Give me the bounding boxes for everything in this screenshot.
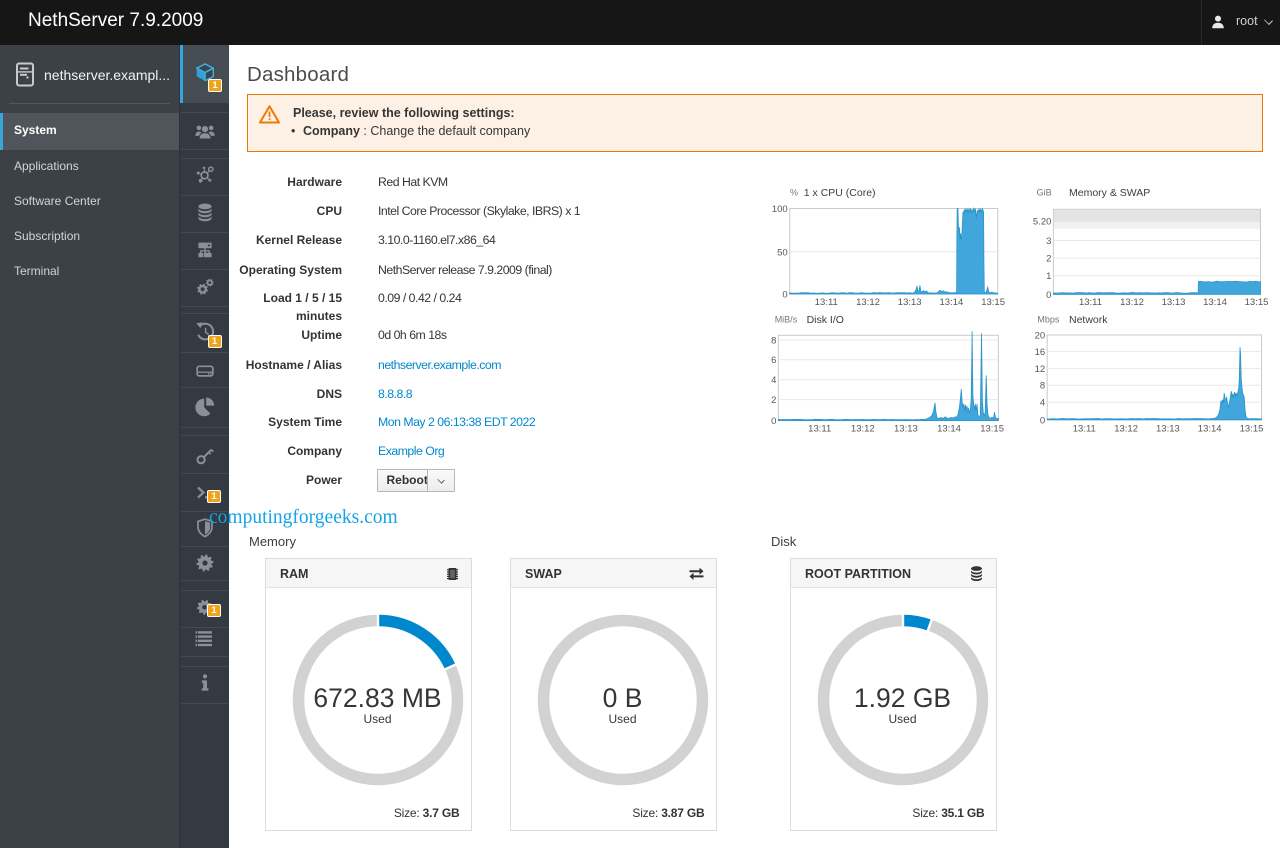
svg-text:0: 0	[1046, 290, 1051, 301]
svg-text:Mbps: Mbps	[1037, 315, 1060, 325]
svg-text:13:14: 13:14	[1203, 297, 1227, 308]
svg-text:2: 2	[1046, 254, 1051, 265]
svg-text:0: 0	[782, 290, 787, 301]
svg-text:%: %	[790, 188, 798, 198]
svg-text:13:13: 13:13	[1162, 297, 1186, 308]
svg-text:13:11: 13:11	[808, 424, 831, 435]
svg-text:100: 100	[772, 204, 788, 215]
svg-text:50: 50	[777, 247, 788, 258]
svg-text:13:11: 13:11	[1079, 297, 1102, 308]
svg-text:4: 4	[771, 375, 776, 386]
svg-text:6: 6	[771, 355, 776, 366]
svg-text:Network: Network	[1069, 314, 1108, 326]
svg-text:16: 16	[1035, 347, 1046, 358]
svg-text:13:15: 13:15	[1245, 297, 1269, 308]
svg-text:13:14: 13:14	[937, 424, 961, 435]
svg-text:0: 0	[1040, 415, 1045, 426]
svg-text:0: 0	[771, 416, 776, 427]
svg-text:20: 20	[1035, 331, 1046, 342]
svg-text:13:11: 13:11	[1073, 424, 1096, 435]
svg-text:13:13: 13:13	[1156, 424, 1180, 435]
svg-text:2: 2	[771, 395, 776, 406]
svg-text:13:15: 13:15	[981, 297, 1005, 308]
svg-text:1: 1	[1046, 271, 1051, 282]
svg-text:12: 12	[1035, 364, 1046, 375]
svg-text:13:15: 13:15	[1240, 424, 1264, 435]
svg-text:13:14: 13:14	[1198, 424, 1222, 435]
svg-text:4: 4	[1040, 398, 1045, 409]
svg-text:13:12: 13:12	[851, 424, 875, 435]
svg-text:1 x CPU (Core): 1 x CPU (Core)	[804, 187, 876, 199]
svg-text:MiB/s: MiB/s	[775, 315, 798, 325]
svg-text:Memory & SWAP: Memory & SWAP	[1069, 187, 1150, 199]
svg-text:Disk I/O: Disk I/O	[807, 314, 844, 326]
svg-text:13:12: 13:12	[1114, 424, 1138, 435]
svg-text:3: 3	[1046, 236, 1051, 247]
svg-text:13:13: 13:13	[898, 297, 922, 308]
svg-text:8: 8	[771, 336, 776, 347]
svg-text:13:12: 13:12	[1120, 297, 1144, 308]
svg-text:8: 8	[1040, 381, 1045, 392]
svg-text:5.20: 5.20	[1033, 217, 1052, 228]
svg-text:13:14: 13:14	[940, 297, 964, 308]
svg-text:13:13: 13:13	[894, 424, 918, 435]
svg-text:13:11: 13:11	[815, 297, 838, 308]
svg-text:13:15: 13:15	[980, 424, 1004, 435]
svg-text:13:12: 13:12	[856, 297, 880, 308]
svg-text:GiB: GiB	[1037, 188, 1052, 198]
